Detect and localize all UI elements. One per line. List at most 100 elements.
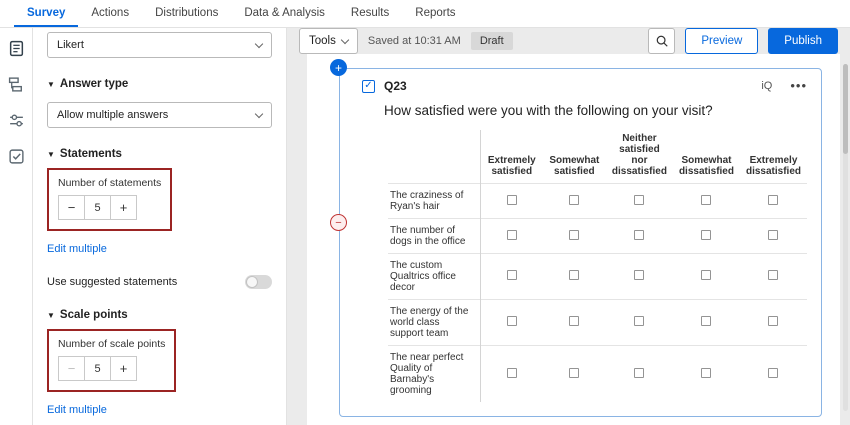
matrix-column-header: Extremely dissatisfied	[740, 130, 807, 184]
matrix-table: Extremely satisfied Somewhat satisfied N…	[388, 130, 807, 402]
survey-flow-icon[interactable]	[6, 74, 26, 94]
chevron-down-icon	[255, 109, 263, 117]
matrix-row-label[interactable]: The custom Qualtrics office decor	[388, 254, 480, 300]
matrix-column-header: Somewhat dissatisfied	[673, 130, 740, 184]
answer-type-select[interactable]: Allow multiple answers	[47, 102, 272, 128]
matrix-checkbox[interactable]	[634, 316, 644, 326]
matrix-checkbox[interactable]	[768, 316, 778, 326]
collapse-triangle-icon: ▼	[47, 311, 55, 320]
matrix-checkbox[interactable]	[507, 270, 517, 280]
left-icon-rail	[0, 28, 33, 425]
matrix-checkbox[interactable]	[768, 195, 778, 205]
question-options-menu[interactable]: •••	[790, 83, 807, 89]
scale-points-highlight-box: Number of scale points − 5 +	[47, 329, 176, 392]
matrix-checkbox[interactable]	[507, 230, 517, 240]
nav-tab-actions[interactable]: Actions	[78, 0, 142, 27]
question-card[interactable]: ✓ Q23 iQ ••• How satisfied were you with…	[339, 68, 822, 417]
matrix-row-label[interactable]: The energy of the world class support te…	[388, 300, 480, 346]
scale-points-count-value: 5	[84, 356, 111, 381]
matrix-checkbox[interactable]	[634, 270, 644, 280]
use-suggested-statements-label: Use suggested statements	[47, 276, 177, 288]
matrix-checkbox[interactable]	[768, 368, 778, 378]
scale-points-section-header[interactable]: ▼ Scale points	[47, 309, 272, 321]
matrix-checkbox[interactable]	[701, 195, 711, 205]
matrix-column-header: Neither satisfied nor dissatisfied	[606, 130, 673, 184]
matrix-checkbox[interactable]	[507, 195, 517, 205]
matrix-checkbox[interactable]	[569, 316, 579, 326]
collapse-triangle-icon: ▼	[47, 150, 55, 159]
draft-status-badge: Draft	[471, 32, 513, 50]
nav-tab-survey[interactable]: Survey	[14, 0, 78, 27]
preview-button[interactable]: Preview	[685, 28, 758, 54]
add-question-above-button[interactable]: +	[330, 59, 347, 76]
matrix-checkbox[interactable]	[507, 316, 517, 326]
iq-score-button[interactable]: iQ	[761, 80, 772, 92]
matrix-checkbox[interactable]	[701, 230, 711, 240]
matrix-checkbox[interactable]	[768, 230, 778, 240]
nav-tab-reports[interactable]: Reports	[402, 0, 468, 27]
matrix-checkbox[interactable]	[634, 195, 644, 205]
scrollbar-thumb[interactable]	[843, 64, 848, 154]
matrix-row: The number of dogs in the office	[388, 219, 807, 254]
matrix-checkbox[interactable]	[569, 195, 579, 205]
matrix-row: The near perfect Quality of Barnaby's gr…	[388, 346, 807, 403]
remove-question-button[interactable]: −	[330, 214, 347, 231]
statements-increment-button[interactable]: +	[110, 195, 137, 220]
statements-decrement-button[interactable]: −	[58, 195, 85, 220]
statements-count-label: Number of statements	[58, 177, 161, 189]
toggle-knob	[246, 276, 258, 288]
publish-button[interactable]: Publish	[768, 28, 838, 54]
statements-count-value: 5	[84, 195, 111, 220]
matrix-row: The custom Qualtrics office decor	[388, 254, 807, 300]
chevron-down-icon	[341, 35, 349, 43]
matrix-checkbox[interactable]	[507, 368, 517, 378]
top-nav: Survey Actions Distributions Data & Anal…	[0, 0, 850, 28]
editor-toolbar: Tools Saved at 10:31 AM Draft Preview Pu…	[287, 28, 850, 54]
nav-tab-distributions[interactable]: Distributions	[142, 0, 231, 27]
question-text[interactable]: How satisfied were you with the followin…	[384, 103, 807, 118]
nav-tab-data-analysis[interactable]: Data & Analysis	[231, 0, 338, 27]
matrix-column-header: Somewhat satisfied	[543, 130, 606, 184]
matrix-checkbox[interactable]	[701, 368, 711, 378]
edit-multiple-statements-link[interactable]: Edit multiple	[47, 243, 107, 255]
matrix-row: The energy of the world class support te…	[388, 300, 807, 346]
scale-points-count-label: Number of scale points	[58, 338, 165, 350]
use-suggested-statements-toggle[interactable]	[245, 275, 272, 289]
autosave-status: Saved at 10:31 AM	[368, 35, 461, 47]
question-select-checkbox[interactable]: ✓	[362, 80, 375, 93]
question-type-select[interactable]: Likert	[47, 32, 272, 58]
survey-builder-icon[interactable]	[6, 38, 26, 58]
search-button[interactable]	[648, 28, 675, 54]
answer-type-section-header[interactable]: ▼ Answer type	[47, 78, 272, 90]
matrix-column-header: Extremely satisfied	[480, 130, 542, 184]
scale-points-increment-button[interactable]: +	[110, 356, 137, 381]
matrix-checkbox[interactable]	[569, 368, 579, 378]
collapse-triangle-icon: ▼	[47, 80, 55, 89]
matrix-row: The craziness of Ryan's hair	[388, 184, 807, 219]
question-canvas: + − ✓ Q23 iQ ••• How satisfied were you …	[307, 54, 840, 425]
tools-menu-button[interactable]: Tools	[299, 28, 358, 54]
nav-tab-results[interactable]: Results	[338, 0, 402, 27]
look-and-feel-icon[interactable]	[6, 110, 26, 130]
matrix-checkbox[interactable]	[634, 368, 644, 378]
chevron-down-icon	[255, 39, 263, 47]
answer-type-value: Allow multiple answers	[57, 109, 168, 121]
matrix-checkbox[interactable]	[768, 270, 778, 280]
matrix-checkbox[interactable]	[569, 230, 579, 240]
matrix-row-label[interactable]: The near perfect Quality of Barnaby's gr…	[388, 346, 480, 403]
edit-multiple-scale-points-link[interactable]: Edit multiple	[47, 404, 107, 416]
matrix-checkbox[interactable]	[701, 270, 711, 280]
scale-points-decrement-button[interactable]: −	[58, 356, 85, 381]
matrix-row-label[interactable]: The craziness of Ryan's hair	[388, 184, 480, 219]
matrix-row-label[interactable]: The number of dogs in the office	[388, 219, 480, 254]
matrix-checkbox[interactable]	[569, 270, 579, 280]
question-type-value: Likert	[57, 39, 84, 51]
scale-points-stepper: − 5 +	[58, 356, 165, 381]
statements-highlight-box: Number of statements − 5 +	[47, 168, 172, 231]
matrix-checkbox[interactable]	[634, 230, 644, 240]
matrix-checkbox[interactable]	[701, 316, 711, 326]
search-icon	[655, 34, 669, 48]
statements-section-header[interactable]: ▼ Statements	[47, 148, 272, 160]
survey-options-icon[interactable]	[6, 146, 26, 166]
main-scrollbar[interactable]	[843, 64, 848, 411]
